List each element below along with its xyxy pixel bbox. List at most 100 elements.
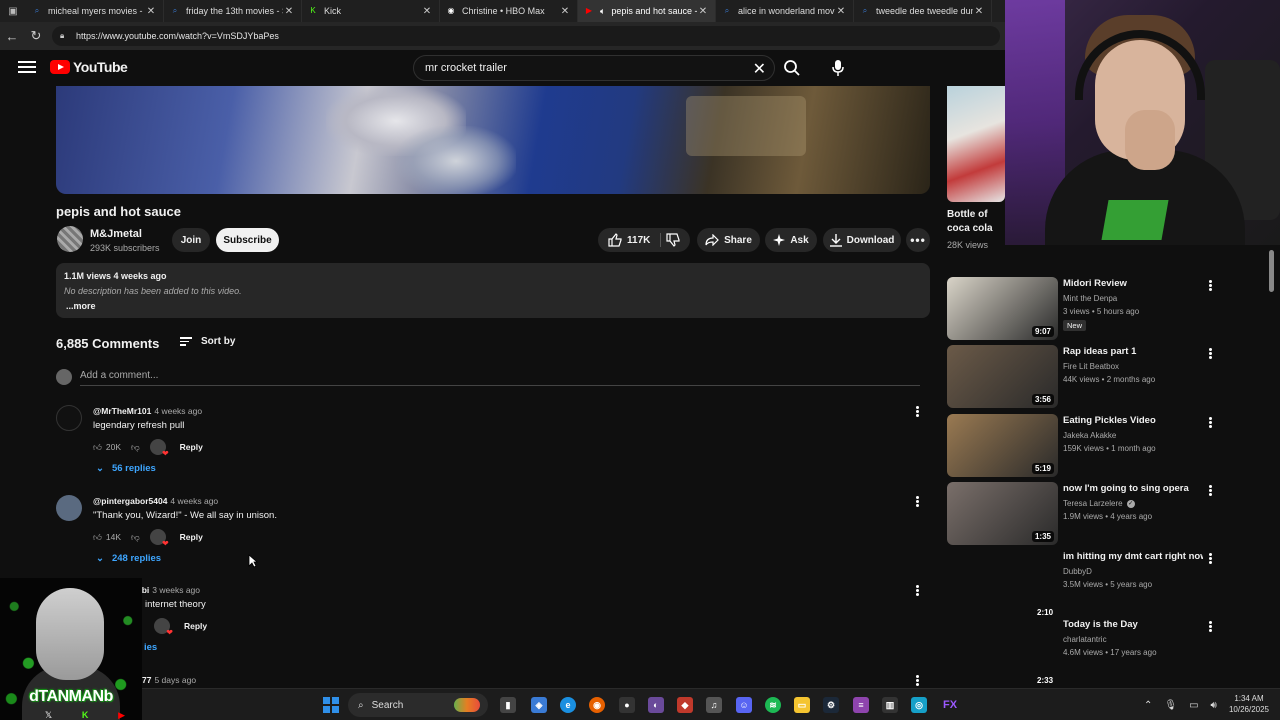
- back-icon[interactable]: ←: [0, 24, 24, 48]
- like-count[interactable]: 117K: [627, 235, 650, 246]
- related-video-thumbnail[interactable]: 1:35: [947, 482, 1058, 545]
- related-video-thumbnail[interactable]: 3:56: [947, 345, 1058, 408]
- app-icon[interactable]: ●: [619, 697, 635, 713]
- close-tab-icon[interactable]: ✕: [421, 6, 433, 17]
- view-replies-button[interactable]: ⌄ 56 replies: [96, 463, 156, 474]
- edge-icon[interactable]: e: [560, 697, 576, 713]
- taskbar-search[interactable]: ⌕ Search: [348, 693, 488, 717]
- close-tab-icon[interactable]: ✕: [283, 6, 295, 17]
- search-input[interactable]: mr crocket trailer ✕: [413, 55, 775, 81]
- browser-tab[interactable]: K Kick ✕: [302, 0, 440, 22]
- browser-tab[interactable]: ⌕ alice in wonderland movie ✕: [716, 0, 854, 22]
- browser-tab[interactable]: ◉ Christine • HBO Max ✕: [440, 0, 578, 22]
- ask-button[interactable]: Ask: [765, 228, 817, 252]
- related-video-thumbnail[interactable]: 5:19: [947, 414, 1058, 477]
- more-vertical-icon[interactable]: [1205, 347, 1215, 361]
- show-more-link[interactable]: ...more: [66, 301, 922, 311]
- refresh-icon[interactable]: ↻: [24, 24, 48, 48]
- channel-name[interactable]: M&Jmetal: [90, 228, 142, 240]
- comment-menu-icon[interactable]: [912, 674, 922, 688]
- discord-icon[interactable]: ☺: [736, 697, 752, 713]
- related-video-card[interactable]: 2:33 Today is the Day charlatantric 4.6M vi…: [947, 618, 1215, 685]
- more-vertical-icon[interactable]: [1205, 552, 1215, 566]
- related-video-card[interactable]: 1:35 now I'm going to sing opera Teresa La…: [947, 482, 1215, 546]
- fx-icon[interactable]: FX: [940, 697, 960, 713]
- related-video-channel[interactable]: Fire Lit Beatbox: [1063, 362, 1119, 371]
- app-grid-icon[interactable]: ▥: [882, 697, 898, 713]
- subscribe-button[interactable]: Subscribe: [216, 228, 279, 252]
- chevron-up-icon[interactable]: ⌃: [1144, 700, 1152, 711]
- speaker-icon[interactable]: 🔈︎: [600, 6, 605, 17]
- network-icon[interactable]: ▭: [1189, 700, 1198, 711]
- view-replies-button[interactable]: ⌄ 248 replies: [96, 553, 161, 564]
- comment-menu-icon[interactable]: [912, 405, 922, 419]
- steam-icon[interactable]: ⚙: [823, 697, 839, 713]
- more-vertical-icon[interactable]: [1205, 620, 1215, 634]
- game-icon[interactable]: ◐: [648, 697, 664, 713]
- related-video-title[interactable]: now I'm going to sing opera: [1063, 483, 1203, 494]
- related-video-channel[interactable]: Mint the Denpa: [1063, 294, 1117, 303]
- related-video-thumbnail[interactable]: 9:07: [947, 277, 1058, 340]
- search-button[interactable]: [779, 55, 805, 81]
- sidebar-scrollbar[interactable]: [1268, 244, 1276, 684]
- related-video-card[interactable]: 3:56 Rap ideas part 1 Fire Lit Beatbox 44K …: [947, 345, 1215, 409]
- more-actions-button[interactable]: •••: [906, 228, 930, 252]
- commenter-avatar[interactable]: [56, 495, 82, 521]
- related-video-channel[interactable]: DubbyD: [1063, 567, 1092, 576]
- tab-actions-icon[interactable]: ▣: [0, 0, 26, 22]
- app-red-icon[interactable]: ◆: [677, 697, 693, 713]
- thumbs-down-icon[interactable]: 👎︎: [131, 442, 140, 453]
- microphone-icon[interactable]: 🎙︎: [1164, 700, 1177, 711]
- comment-author[interactable]: @pintergabor5404 4 weeks ago: [93, 496, 218, 506]
- close-tab-icon[interactable]: ✕: [145, 6, 157, 17]
- clear-search-icon[interactable]: ✕: [753, 59, 766, 79]
- related-video-title[interactable]: Eating Pickles Video: [1063, 415, 1203, 426]
- join-button[interactable]: Join: [172, 228, 210, 252]
- thumbs-up-icon[interactable]: 👍︎: [93, 532, 102, 543]
- commenter-avatar[interactable]: [56, 405, 82, 431]
- related-video-card[interactable]: 9:07 Midori Review Mint the Denpa 3 views •…: [947, 277, 1215, 341]
- voice-search-button[interactable]: [825, 55, 851, 81]
- add-comment-input[interactable]: Add a comment...: [80, 370, 158, 381]
- close-tab-icon[interactable]: ✕: [835, 6, 847, 17]
- browser-tab[interactable]: ▶ 🔈︎ pepis and hot sauce - ✕: [578, 0, 716, 22]
- browser-tab[interactable]: ⌕ tweedle dee tweedle dum ✕: [854, 0, 992, 22]
- comment-author[interactable]: abi 3 weeks ago: [137, 585, 200, 595]
- related-video-title[interactable]: Rap ideas part 1: [1063, 346, 1203, 357]
- volume-icon[interactable]: 🔊︎: [1211, 700, 1217, 711]
- sort-by-button[interactable]: Sort by: [180, 335, 235, 348]
- comment-menu-icon[interactable]: [912, 495, 922, 509]
- related-video-channel[interactable]: Jakeka Akakke: [1063, 431, 1116, 440]
- related-video-channel[interactable]: Teresa Larzelere ✓: [1063, 499, 1135, 508]
- sidebar-video-thumbnail[interactable]: [947, 86, 1005, 202]
- thumbs-down-icon[interactable]: 👎︎: [131, 532, 140, 543]
- windows-start-icon[interactable]: [323, 697, 339, 713]
- reply-button[interactable]: Reply: [184, 621, 207, 631]
- related-video-title[interactable]: im hitting my dmt cart right now: [1063, 551, 1203, 562]
- reply-button[interactable]: Reply: [180, 442, 203, 452]
- url-field[interactable]: 🔒︎ https://www.youtube.com/watch?v=VmSDJ…: [52, 26, 1000, 46]
- browser-tab[interactable]: ⌕ friday the 13th movies - Se ✕: [164, 0, 302, 22]
- close-tab-icon[interactable]: ✕: [559, 6, 571, 17]
- related-video-thumbnail[interactable]: [947, 550, 1058, 613]
- comment-menu-icon[interactable]: [912, 584, 922, 598]
- video-player[interactable]: [56, 86, 930, 194]
- more-vertical-icon[interactable]: [1205, 279, 1215, 293]
- file-icon[interactable]: ▮: [500, 697, 516, 713]
- firefox-icon[interactable]: ◉: [589, 697, 605, 713]
- close-tab-icon[interactable]: ✕: [697, 6, 709, 17]
- more-vertical-icon[interactable]: [1205, 484, 1215, 498]
- app-purple-icon[interactable]: ≡: [853, 697, 869, 713]
- share-button[interactable]: Share: [697, 228, 760, 252]
- scrollbar-thumb[interactable]: [1269, 250, 1274, 292]
- taskbar-clock[interactable]: 1:34 AM 10/26/2025: [1220, 693, 1278, 715]
- related-video-card[interactable]: 5:19 Eating Pickles Video Jakeka Akakke 159…: [947, 414, 1215, 478]
- spotify-icon[interactable]: ≋: [765, 697, 781, 713]
- menu-icon[interactable]: [18, 58, 36, 76]
- related-video-channel[interactable]: charlatantric: [1063, 635, 1107, 644]
- more-vertical-icon[interactable]: [1205, 416, 1215, 430]
- close-tab-icon[interactable]: ✕: [973, 6, 985, 17]
- description-box[interactable]: 1.1M views 4 weeks ago No description ha…: [56, 263, 930, 318]
- related-video-card[interactable]: 2:10 im hitting my dmt cart right now Dubb…: [947, 550, 1215, 617]
- reply-button[interactable]: Reply: [180, 532, 203, 542]
